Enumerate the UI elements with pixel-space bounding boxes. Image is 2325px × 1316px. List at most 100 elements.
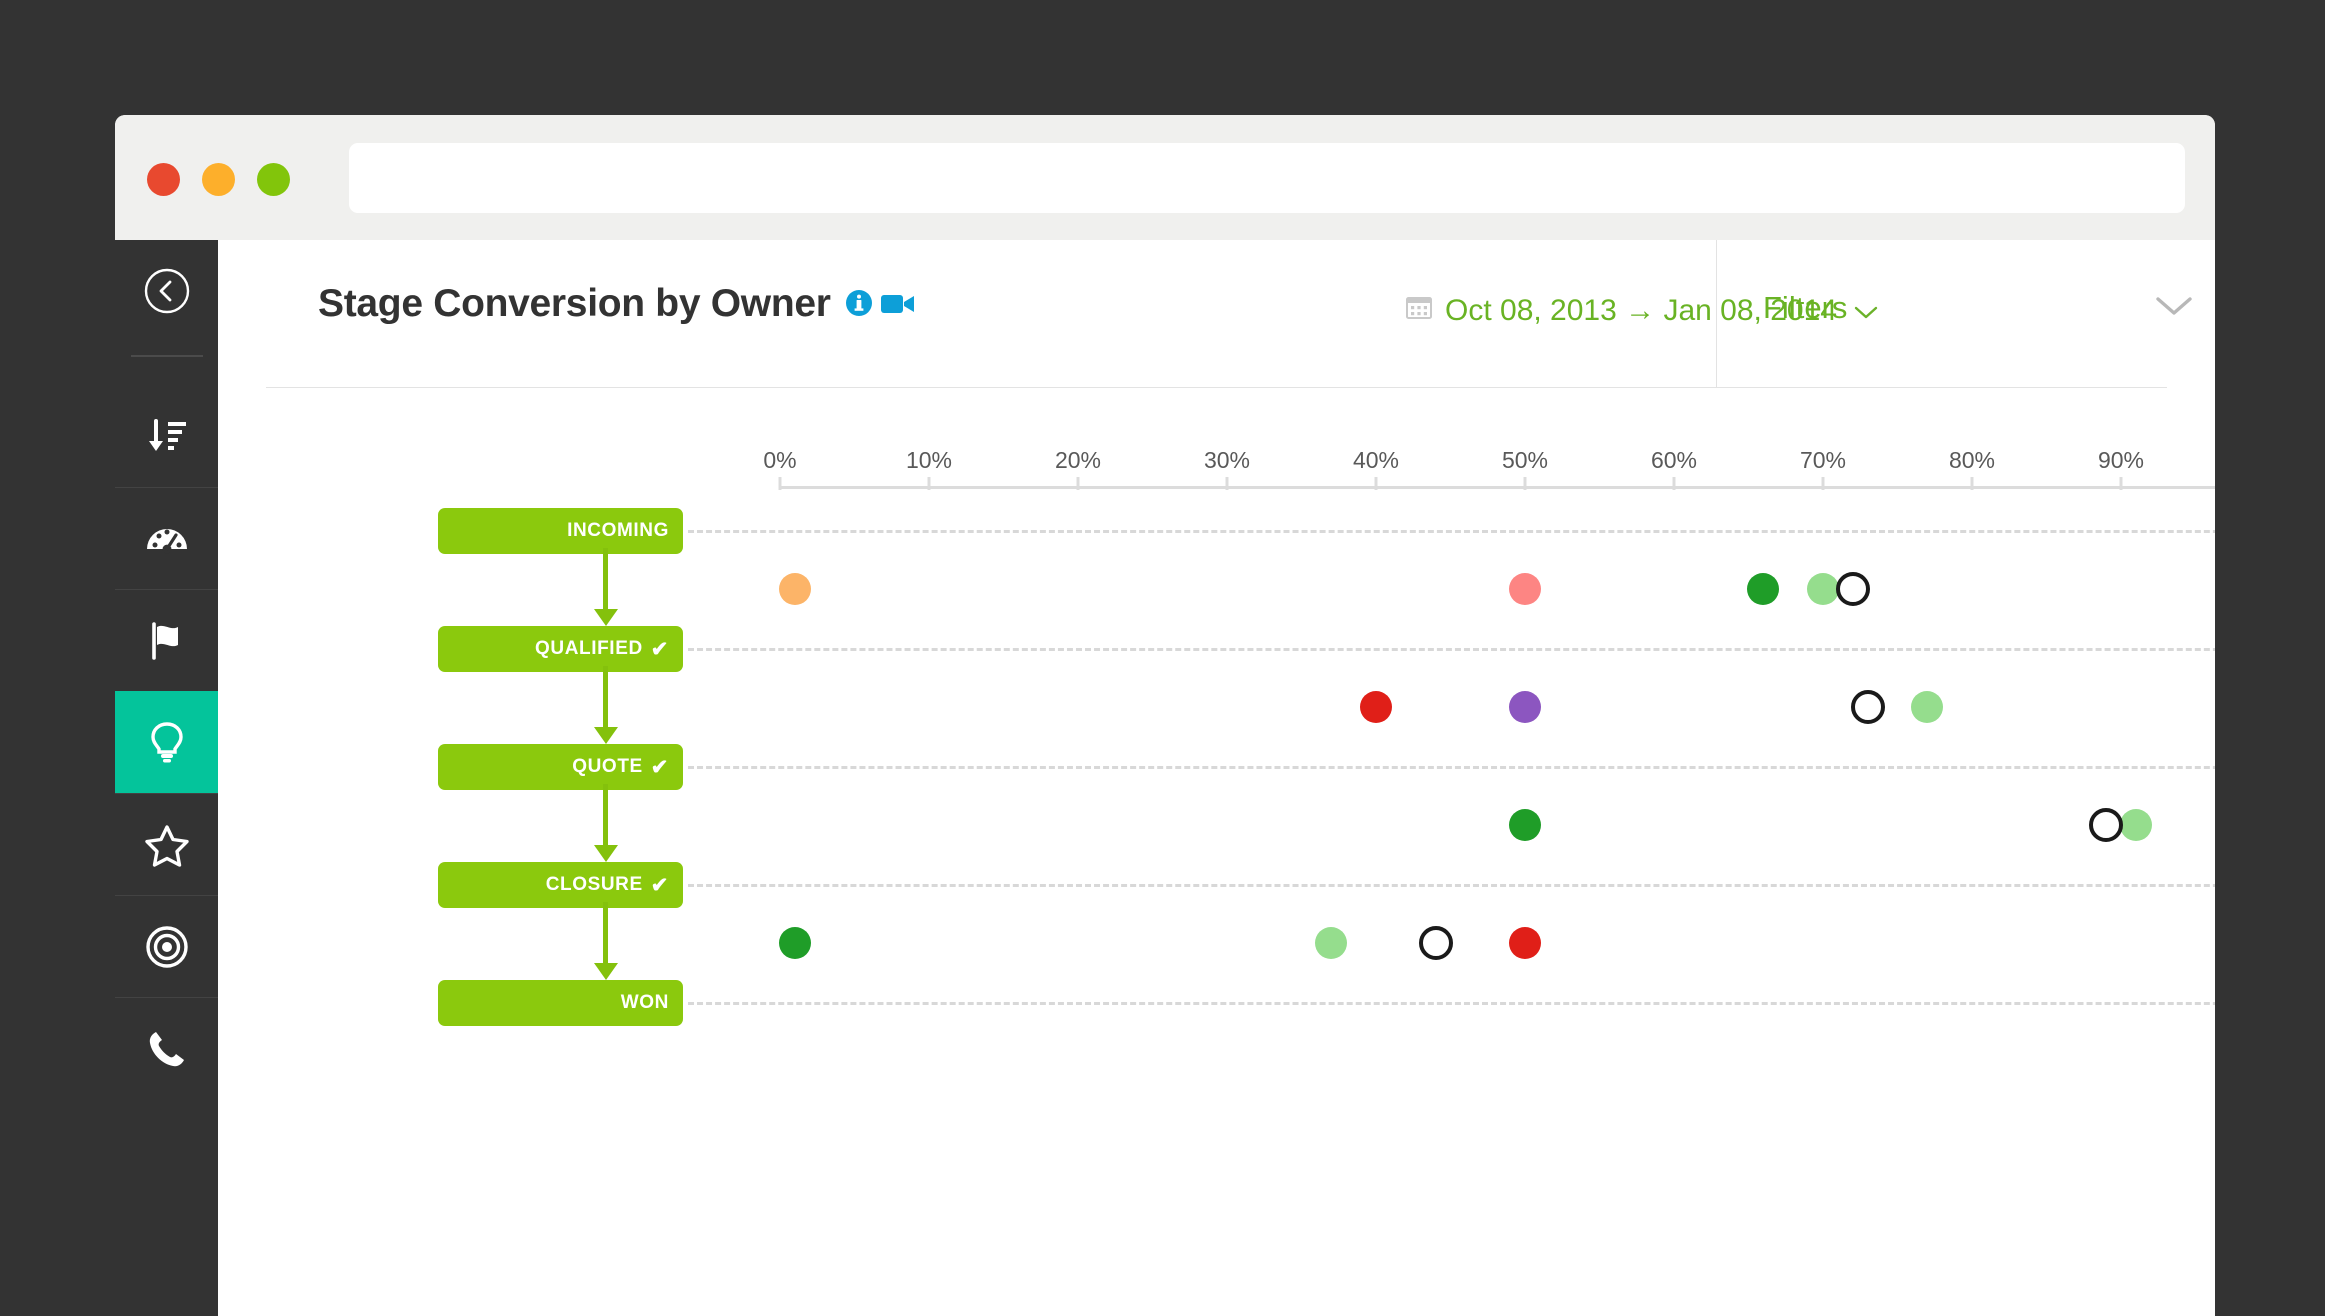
- x-axis-line: [780, 486, 2215, 489]
- chevron-left-circle-icon: [143, 267, 191, 315]
- close-window-button[interactable]: [147, 163, 180, 196]
- data-point[interactable]: [778, 573, 811, 605]
- calendar-icon: [1406, 294, 1432, 328]
- x-axis-tick-label: 40%: [1352, 447, 1400, 473]
- stage-pill-quote[interactable]: QUOTE ✔: [438, 744, 683, 790]
- minimize-window-button[interactable]: [202, 163, 235, 196]
- flag-icon: [144, 618, 190, 664]
- data-point[interactable]: [1911, 691, 1944, 723]
- sort-descending-icon: [144, 413, 190, 459]
- data-point[interactable]: [1418, 926, 1453, 960]
- stage-label: CLOSURE: [545, 874, 643, 895]
- phone-icon: [144, 1026, 190, 1072]
- address-bar[interactable]: [349, 143, 2185, 213]
- stage-label: WON: [620, 992, 669, 1013]
- data-point[interactable]: [2089, 808, 2124, 842]
- sidebar-separator: [115, 341, 218, 385]
- x-axis-tick: [778, 477, 782, 490]
- x-axis-tick: [1076, 477, 1080, 490]
- stage-connector: [603, 548, 608, 614]
- sidebar-item-sort[interactable]: [115, 385, 218, 487]
- x-axis-tick: [927, 477, 931, 490]
- window-controls: [147, 163, 290, 196]
- data-point[interactable]: [1509, 573, 1541, 605]
- page-title-text: Stage Conversion by Owner: [318, 282, 831, 325]
- x-axis-tick-label: 30%: [1203, 447, 1251, 473]
- sidebar-item-calls[interactable]: [115, 997, 218, 1099]
- filters-label: Filters: [1763, 290, 1848, 325]
- data-point[interactable]: [1835, 572, 1870, 606]
- stage-pill-incoming[interactable]: INCOMING: [438, 508, 683, 554]
- video-camera-icon[interactable]: [880, 282, 915, 326]
- x-axis-tick: [1225, 477, 1229, 490]
- data-point[interactable]: [1509, 927, 1541, 959]
- data-point[interactable]: [778, 927, 811, 959]
- browser-titlebar: [115, 115, 2215, 240]
- info-icon[interactable]: [845, 282, 872, 326]
- star-icon: [143, 821, 191, 869]
- data-point[interactable]: [2119, 809, 2152, 841]
- stage-baseline: [688, 1002, 2215, 1008]
- chevron-down-icon: [2155, 295, 2193, 322]
- legend-row: Ryan TuckerAshley CollinsMichael Schneid…: [266, 1300, 2215, 1316]
- stage-label: QUOTE: [572, 756, 643, 777]
- x-axis-tick: [2119, 477, 2123, 490]
- stage-label: QUALIFIED: [535, 638, 643, 659]
- lightbulb-icon: [144, 719, 190, 765]
- stage-label: INCOMING: [567, 520, 669, 541]
- bullseye-icon: [144, 924, 190, 970]
- page-header: Stage Conversion by Owner Oct 08, 2013 →…: [266, 240, 2192, 388]
- stage-pill-qualified[interactable]: QUALIFIED ✔: [438, 626, 683, 672]
- sidebar: [115, 240, 218, 1316]
- sidebar-item-dashboard[interactable]: [115, 487, 218, 589]
- stage-connector-arrowhead: [594, 845, 618, 862]
- filters-dropdown[interactable]: Filters: [1763, 290, 2193, 326]
- stage-connector: [603, 666, 608, 732]
- x-axis-tick-label: 60%: [1650, 447, 1698, 473]
- stage-pill-closure[interactable]: CLOSURE ✔: [438, 862, 683, 908]
- data-point[interactable]: [1850, 690, 1885, 724]
- x-axis-tick: [1821, 477, 1825, 490]
- check-icon: ✔: [650, 755, 669, 779]
- stage-connector-arrowhead: [594, 727, 618, 744]
- x-axis-tick: [1374, 477, 1378, 490]
- header-divider: [1716, 240, 1717, 387]
- stage-baseline: [688, 648, 2215, 654]
- x-axis-tick-label: 80%: [1948, 447, 1996, 473]
- screen-root: Stage Conversion by Owner Oct 08, 2013 →…: [0, 0, 2325, 1316]
- x-axis-tick: [1970, 477, 1974, 490]
- sidebar-item-targets[interactable]: [115, 895, 218, 997]
- sidebar-item-insights[interactable]: [115, 691, 218, 793]
- x-axis-tick-label: 20%: [1054, 447, 1102, 473]
- data-point[interactable]: [1360, 691, 1392, 723]
- stage-baseline: [688, 530, 2215, 536]
- maximize-window-button[interactable]: [257, 163, 290, 196]
- data-point[interactable]: [1747, 573, 1780, 605]
- stage-connector-arrowhead: [594, 609, 618, 626]
- x-axis: 0%10%20%30%40%50%60%70%80%90%100%: [763, 447, 2215, 493]
- app-body: Stage Conversion by Owner Oct 08, 2013 →…: [115, 240, 2215, 1316]
- chart-area: 0%10%20%30%40%50%60%70%80%90%100% INCOMI…: [266, 388, 2215, 1316]
- x-axis-tick-label: 10%: [905, 447, 953, 473]
- title-icon-group: [845, 282, 915, 326]
- sidebar-item-goals[interactable]: [115, 589, 218, 691]
- x-axis-tick: [1523, 477, 1527, 490]
- x-axis-tick: [1672, 477, 1676, 490]
- x-axis-tick-label: 90%: [2097, 447, 2145, 473]
- data-point[interactable]: [1807, 573, 1839, 605]
- check-icon: ✔: [650, 873, 669, 897]
- stage-pill-won[interactable]: WON: [438, 980, 683, 1026]
- data-point[interactable]: [1509, 691, 1541, 723]
- x-axis-tick-label: 50%: [1501, 447, 1549, 473]
- stage-connector: [603, 902, 608, 968]
- page-title: Stage Conversion by Owner: [318, 282, 915, 326]
- x-axis-tick-label: 0%: [763, 447, 797, 473]
- stage-connector-arrowhead: [594, 963, 618, 980]
- main-content: Stage Conversion by Owner Oct 08, 2013 →…: [218, 240, 2215, 1316]
- sidebar-collapse-button[interactable]: [115, 240, 218, 341]
- browser-window: Stage Conversion by Owner Oct 08, 2013 →…: [115, 115, 2215, 1316]
- data-point[interactable]: [1315, 927, 1348, 959]
- sidebar-item-favorites[interactable]: [115, 793, 218, 895]
- data-point[interactable]: [1509, 809, 1541, 841]
- speedometer-icon: [143, 515, 191, 563]
